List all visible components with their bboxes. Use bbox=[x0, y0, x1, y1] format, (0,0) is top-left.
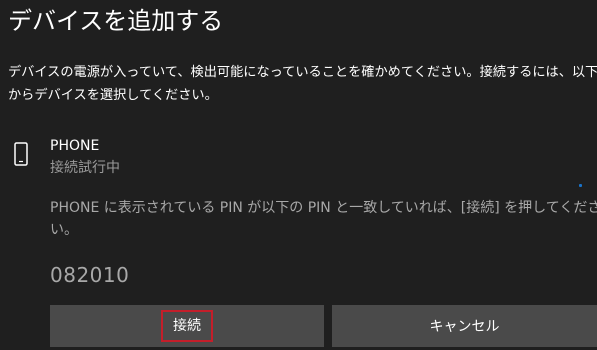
focus-indicator-dot bbox=[579, 184, 582, 187]
dialog-description: デバイスの電源が入っていて、検出可能になっていることを確かめてください。接続する… bbox=[8, 61, 597, 107]
cancel-button[interactable]: キャンセル bbox=[332, 305, 597, 347]
pin-message-line-2: い。 bbox=[50, 222, 78, 238]
device-status: 接続試行中 bbox=[50, 160, 120, 176]
description-line-2: からデバイスを選択してください。 bbox=[8, 88, 218, 103]
pin-message: PHONE に表示されている PIN が以下の PIN と一致していれば、[接続… bbox=[50, 197, 597, 241]
add-device-dialog: デバイスを追加する デバイスの電源が入っていて、検出可能になっていることを確かめ… bbox=[0, 0, 597, 350]
connect-button-label: 接続 bbox=[161, 310, 213, 342]
phone-icon bbox=[14, 142, 28, 166]
cancel-button-label: キャンセル bbox=[429, 319, 500, 335]
connect-button[interactable]: 接続 bbox=[50, 305, 324, 347]
pin-message-line-1: PHONE に表示されている PIN が以下の PIN と一致していれば、[接続… bbox=[50, 200, 597, 216]
description-line-1: デバイスの電源が入っていて、検出可能になっていることを確かめてください。接続する… bbox=[8, 65, 597, 80]
device-name: PHONE bbox=[50, 138, 100, 154]
dialog-title: デバイスを追加する bbox=[8, 7, 224, 35]
pin-code: 082010 bbox=[50, 263, 130, 287]
